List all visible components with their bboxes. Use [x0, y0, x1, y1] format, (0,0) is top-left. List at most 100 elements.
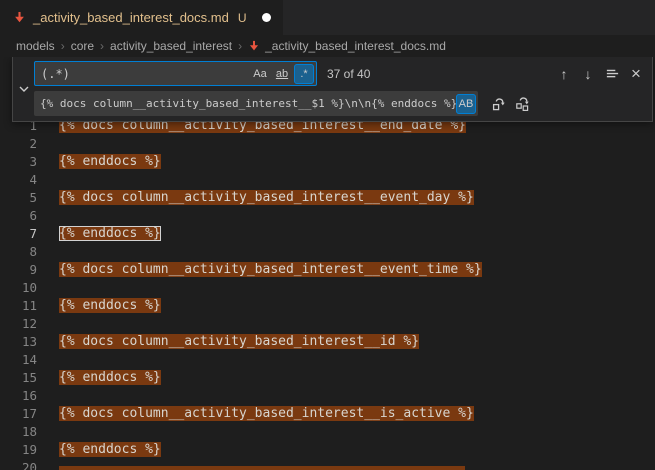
line-number: 5	[0, 189, 46, 207]
line-number: 6	[0, 207, 46, 225]
replace-row: {% docs column__activity_based_interest_…	[34, 91, 647, 116]
toggle-replace-button[interactable]	[13, 61, 34, 116]
line-content: {% enddocs %}	[46, 441, 161, 459]
line-content	[46, 135, 59, 153]
tab-activity-docs[interactable]: _activity_based_interest_docs.md U	[0, 0, 284, 35]
find-match: {% enddocs %}	[59, 442, 161, 457]
previous-match-button[interactable]: ↑	[553, 63, 575, 85]
line-content: {% enddocs %}	[46, 153, 161, 171]
editor-line[interactable]: 18	[0, 423, 655, 441]
breadcrumb-separator: ›	[61, 39, 65, 53]
breadcrumb-file-label: _activity_based_interest_docs.md	[265, 39, 446, 53]
breadcrumb-models[interactable]: models	[16, 39, 55, 53]
line-number: 7	[0, 225, 46, 243]
editor-line[interactable]: 11 {% enddocs %}	[0, 297, 655, 315]
breadcrumb-core[interactable]: core	[71, 39, 94, 53]
find-match: {% enddocs %}	[59, 154, 161, 169]
line-content: {% enddocs %}	[46, 369, 161, 387]
tab-filename: _activity_based_interest_docs.md	[33, 10, 229, 25]
line-number: 17	[0, 405, 46, 423]
line-number: 9	[0, 261, 46, 279]
editor-line[interactable]: 16	[0, 387, 655, 405]
find-match: {% enddocs %}	[59, 370, 161, 385]
git-status-badge: U	[238, 11, 247, 25]
replace-button[interactable]	[488, 93, 510, 115]
find-replace-widget: (.*) Aa ab .* 37 of 40 ↑ ↓	[12, 57, 653, 122]
line-content: {% docs column__activity_based_interest_…	[46, 333, 419, 351]
line-number: 19	[0, 441, 46, 459]
whole-word-toggle[interactable]: ab	[272, 64, 292, 84]
editor-line[interactable]: 2	[0, 135, 655, 153]
line-content: {% docs column__activity_based_interest_…	[46, 189, 474, 207]
replace-icon	[491, 96, 507, 112]
editor-line[interactable]: 14	[0, 351, 655, 369]
editor-line[interactable]: 5 {% docs column__activity_based_interest…	[0, 189, 655, 207]
find-match: {% docs column__activity_based_interest_…	[59, 406, 474, 421]
find-input-value: (.*)	[41, 67, 250, 81]
line-content	[46, 243, 59, 261]
editor-line[interactable]: 15 {% enddocs %}	[0, 369, 655, 387]
regex-toggle[interactable]: .*	[294, 64, 314, 84]
line-number: 14	[0, 351, 46, 369]
find-match: {% docs column__activity_based_interest_…	[59, 334, 419, 349]
editor-line[interactable]: 8	[0, 243, 655, 261]
line-number: 11	[0, 297, 46, 315]
editor[interactable]: 1{% docs column__activity_based_interest…	[0, 57, 655, 470]
line-content	[46, 351, 59, 369]
find-match: {% docs column__activity_based_interest_…	[59, 190, 474, 205]
editor-line[interactable]: 3 {% enddocs %}	[0, 153, 655, 171]
editor-line[interactable]: 7{% enddocs %}	[0, 225, 655, 243]
find-input[interactable]: (.*) Aa ab .*	[34, 61, 317, 86]
preserve-case-toggle[interactable]: AB	[456, 94, 476, 114]
breadcrumb-separator: ›	[100, 39, 104, 53]
line-number: 20	[0, 459, 46, 470]
next-match-button[interactable]: ↓	[577, 63, 599, 85]
line-number: 2	[0, 135, 46, 153]
find-row: (.*) Aa ab .* 37 of 40 ↑ ↓	[34, 61, 647, 86]
replace-input-value: {% docs column__activity_based_interest_…	[40, 97, 456, 110]
editor-line[interactable]: 10	[0, 279, 655, 297]
editor-line[interactable]: 9 {% docs column__activity_based_interest…	[0, 261, 655, 279]
find-match: {% enddocs %}	[59, 298, 161, 313]
breadcrumb-separator: ›	[238, 39, 242, 53]
replace-all-button[interactable]	[512, 93, 534, 115]
editor-line[interactable]: 19 {% enddocs %}	[0, 441, 655, 459]
selection-lines-icon	[605, 66, 620, 81]
line-content	[46, 207, 59, 225]
line-content	[46, 387, 59, 405]
line-number: 13	[0, 333, 46, 351]
replace-all-icon	[515, 96, 531, 112]
unsaved-changes-dot[interactable]	[262, 13, 271, 22]
vscode-window: _activity_based_interest_docs.md U model…	[0, 0, 655, 470]
line-content	[46, 171, 59, 189]
breadcrumb-activity-based-interest[interactable]: activity_based_interest	[110, 39, 232, 53]
line-content: {% docs column__activity_based_interest_…	[46, 405, 474, 423]
partial-next-match	[59, 466, 465, 470]
editor-line[interactable]: 17 {% docs column__activity_based_interes…	[0, 405, 655, 423]
editor-line[interactable]: 6	[0, 207, 655, 225]
find-match: {% docs column__activity_based_interest_…	[59, 262, 482, 277]
match-count: 37 of 40	[327, 67, 370, 81]
editor-line[interactable]: 13 {% docs column__activity_based_interes…	[0, 333, 655, 351]
line-content: {% enddocs %}	[46, 297, 161, 315]
chevron-down-icon	[16, 81, 32, 97]
line-number: 15	[0, 369, 46, 387]
line-content	[46, 315, 59, 333]
line-number: 12	[0, 315, 46, 333]
line-content	[46, 423, 59, 441]
match-case-toggle[interactable]: Aa	[250, 64, 270, 84]
editor-line[interactable]: 4	[0, 171, 655, 189]
line-content	[46, 459, 59, 470]
markdown-file-icon	[248, 40, 260, 52]
close-find-widget-button[interactable]: ×	[625, 63, 647, 85]
breadcrumb-file[interactable]: _activity_based_interest_docs.md	[248, 39, 446, 53]
find-in-selection-button[interactable]	[601, 63, 623, 85]
line-number: 4	[0, 171, 46, 189]
line-number: 3	[0, 153, 46, 171]
line-content	[46, 279, 59, 297]
editor-line[interactable]: 12	[0, 315, 655, 333]
line-content: {% docs column__activity_based_interest_…	[46, 261, 482, 279]
line-number: 8	[0, 243, 46, 261]
line-number: 16	[0, 387, 46, 405]
replace-input[interactable]: {% docs column__activity_based_interest_…	[34, 91, 478, 116]
